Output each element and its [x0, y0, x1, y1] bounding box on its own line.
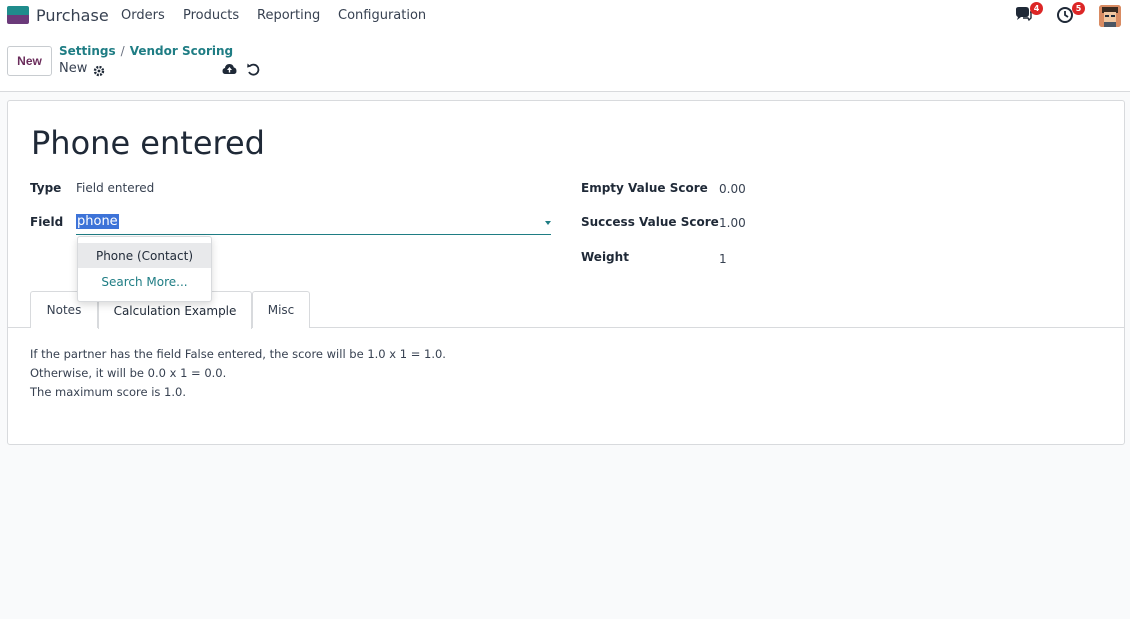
- app-name[interactable]: Purchase: [36, 6, 109, 25]
- weight-label: Weight: [581, 250, 629, 264]
- record-name: New: [59, 61, 88, 76]
- menu-products[interactable]: Products: [183, 8, 239, 23]
- apps-menu-icon[interactable]: [7, 6, 29, 24]
- menu-orders[interactable]: Orders: [121, 8, 165, 23]
- discard-undo-icon[interactable]: [246, 61, 260, 76]
- weight-value[interactable]: 1: [719, 252, 727, 266]
- user-avatar[interactable]: [1099, 5, 1121, 27]
- messages-badge: 4: [1030, 2, 1043, 15]
- calculation-line: If the partner has the field False enter…: [30, 347, 446, 361]
- activities-clock-icon[interactable]: 5: [1056, 2, 1085, 24]
- field-input[interactable]: phone: [76, 211, 551, 235]
- messages-icon[interactable]: 4: [1014, 2, 1043, 24]
- menu-configuration[interactable]: Configuration: [338, 8, 426, 23]
- dropdown-option-phone-contact[interactable]: Phone (Contact): [78, 243, 211, 268]
- tab-misc[interactable]: Misc: [252, 291, 310, 328]
- menu-reporting[interactable]: Reporting: [257, 8, 320, 23]
- autocomplete-dropdown: Phone (Contact) Search More...: [77, 236, 212, 302]
- top-navbar: Purchase Orders Products Reporting Confi…: [0, 0, 1130, 32]
- new-button[interactable]: New: [7, 46, 52, 76]
- cloud-upload-icon[interactable]: [222, 61, 237, 75]
- type-label: Type: [30, 181, 62, 195]
- record-title[interactable]: Phone entered: [31, 124, 265, 162]
- field-input-value[interactable]: phone: [76, 214, 119, 229]
- breadcrumb-separator: /: [120, 44, 125, 58]
- calculation-line: Otherwise, it will be 0.0 x 1 = 0.0.: [30, 366, 227, 380]
- success-value-score-value[interactable]: 1.00: [719, 216, 746, 230]
- calculation-example-text: If the partner has the field False enter…: [30, 345, 446, 402]
- control-panel: New Settings / Vendor Scoring New: [0, 32, 1130, 92]
- breadcrumb-vendor-scoring[interactable]: Vendor Scoring: [130, 44, 233, 58]
- type-value[interactable]: Field entered: [76, 181, 154, 195]
- breadcrumb: Settings / Vendor Scoring: [59, 44, 233, 58]
- field-label: Field: [30, 215, 64, 229]
- form-sheet: Phone entered Type Field entered Field p…: [7, 100, 1125, 445]
- success-value-score-label: Success Value Score: [581, 215, 719, 229]
- empty-value-score-label: Empty Value Score: [581, 181, 708, 195]
- calculation-line: The maximum score is 1.0.: [30, 385, 186, 399]
- gear-icon[interactable]: [93, 62, 105, 77]
- empty-value-score-value[interactable]: 0.00: [719, 182, 746, 196]
- dropdown-caret-icon[interactable]: [545, 221, 551, 225]
- breadcrumb-settings[interactable]: Settings: [59, 44, 116, 58]
- dropdown-search-more[interactable]: Search More...: [78, 269, 211, 294]
- activities-badge: 5: [1072, 2, 1085, 15]
